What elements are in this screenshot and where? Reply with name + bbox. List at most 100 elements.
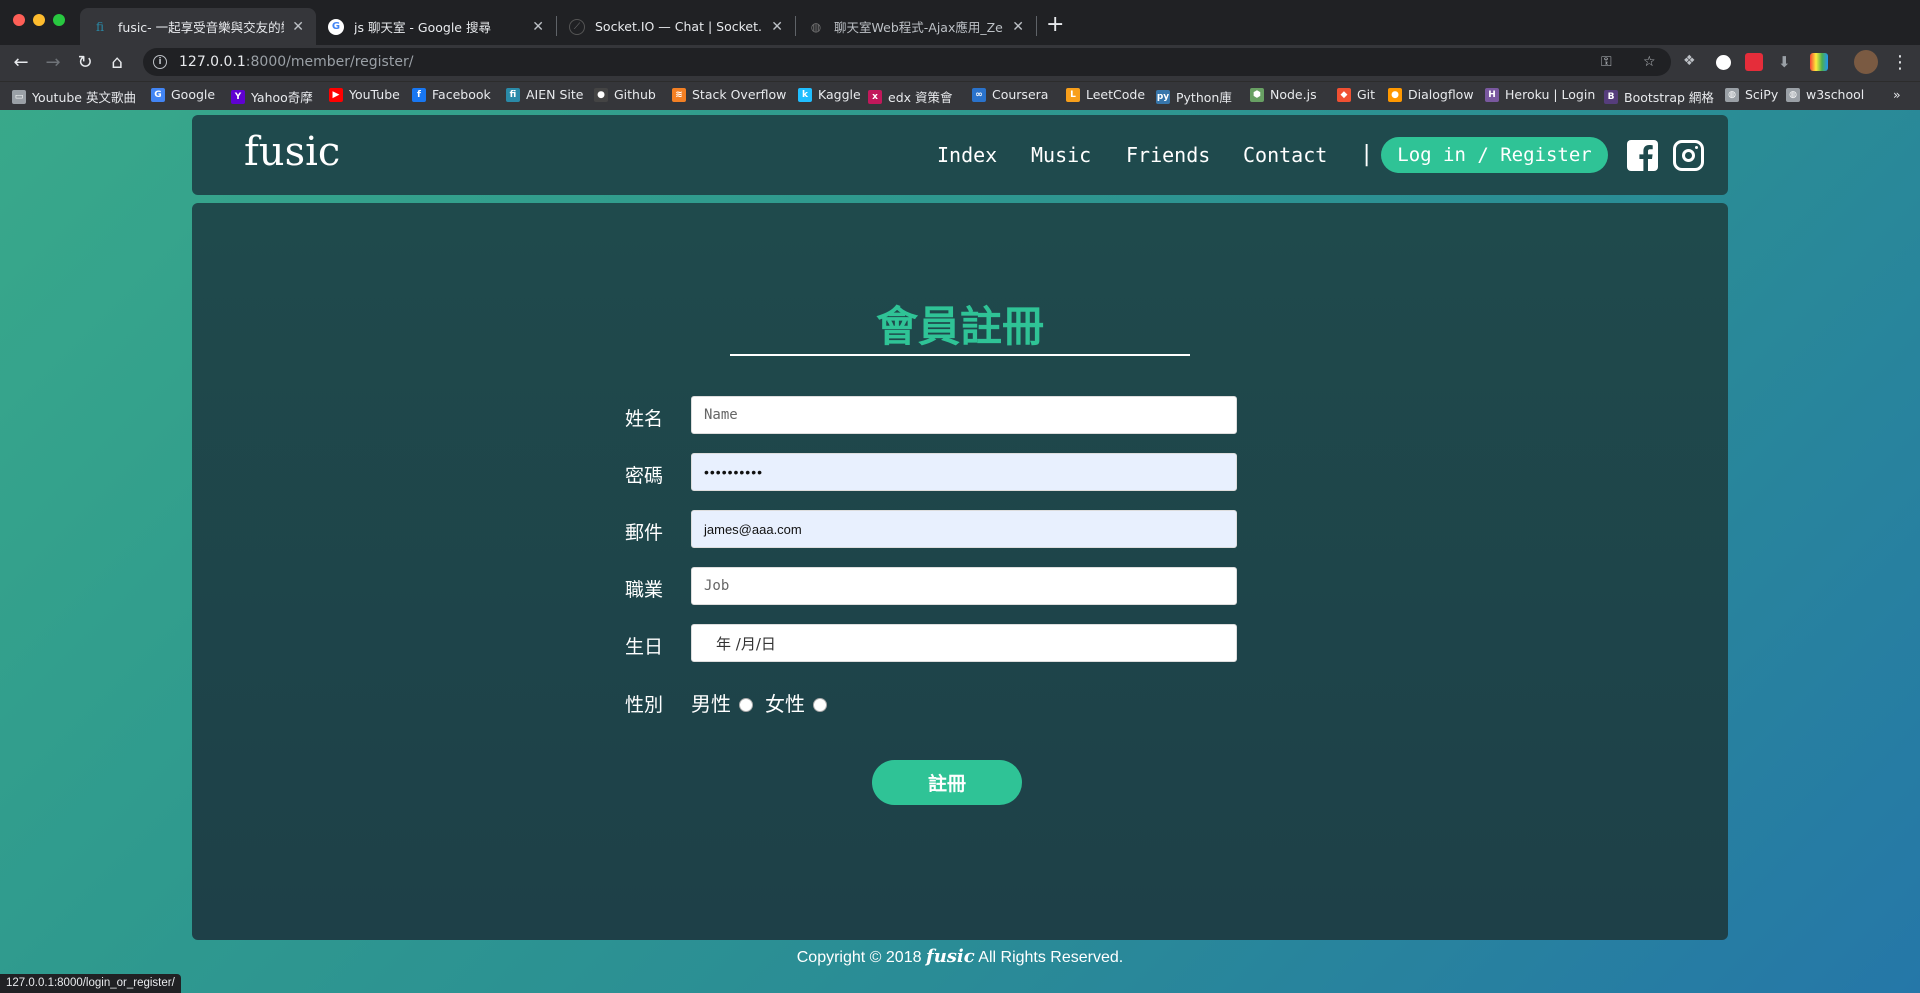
name-input[interactable]: Name xyxy=(691,396,1237,434)
bookmark-label: Python庫 xyxy=(1176,90,1232,105)
reload-button[interactable]: ↻ xyxy=(73,50,97,74)
footer-brand: fusic xyxy=(925,946,975,967)
bookmark-item[interactable]: Y Yahoo奇摩 xyxy=(231,87,313,106)
female-label: 女性 xyxy=(765,692,805,716)
tab-fusic[interactable]: fi fusic- 一起享受音樂與交友的樂趣 ✕ xyxy=(80,8,316,45)
nav-link-music[interactable]: Music xyxy=(1031,143,1091,167)
register-panel: 會員註冊 姓名 Name 密碼 •••••••••• 郵件 james@aaa.… xyxy=(192,203,1728,940)
instagram-icon[interactable] xyxy=(1673,140,1704,171)
dialogflow-icon: ● xyxy=(1388,87,1402,102)
tab-socketio[interactable]: ⟋ Socket.IO — Chat | Socket.IO ✕ xyxy=(557,8,795,45)
birthday-label: 生日 xyxy=(625,636,664,658)
more-bookmarks-button[interactable]: » xyxy=(1893,87,1901,102)
edx-icon: x xyxy=(868,89,882,104)
footer-suffix: All Rights Reserved. xyxy=(974,949,1124,966)
tab-title: Socket.IO — Chat | Socket.IO xyxy=(595,19,764,34)
download-extension-icon[interactable]: ⬇ xyxy=(1778,53,1796,71)
bookmark-item[interactable]: ⬢ Node.js xyxy=(1250,87,1317,102)
site-navbar: fusic Index Music Friends Contact | Log … xyxy=(192,115,1728,195)
youtube-icon: ▶ xyxy=(329,87,343,102)
opera-extension-icon[interactable] xyxy=(1745,53,1763,71)
birthday-date-input[interactable]: 年 /月/日 xyxy=(691,624,1237,662)
home-button[interactable]: ⌂ xyxy=(105,50,129,74)
site-info-icon[interactable]: i xyxy=(153,55,167,69)
bookmark-item[interactable]: B Bootstrap 網格 xyxy=(1604,87,1714,106)
kaggle-icon: k xyxy=(798,87,812,102)
site-logo[interactable]: fusic xyxy=(244,129,340,175)
name-label: 姓名 xyxy=(625,408,664,430)
bookmark-label: Dialogflow xyxy=(1408,87,1474,102)
email-input[interactable]: james@aaa.com xyxy=(691,510,1237,548)
bookmark-item[interactable]: ◍ SciPy xyxy=(1725,87,1778,102)
extension-circle-icon[interactable] xyxy=(1716,55,1731,70)
menu-kebab-icon[interactable]: ⋮ xyxy=(1888,50,1912,74)
bookmark-item[interactable]: ● Dialogflow xyxy=(1388,87,1474,102)
tab-divider xyxy=(1036,16,1037,36)
back-button[interactable]: ← xyxy=(9,50,33,74)
bookmark-item[interactable]: ◍ w3school xyxy=(1786,87,1864,102)
bookmark-label: Youtube 英文歌曲 xyxy=(32,90,136,105)
bookmark-label: Stack Overflow xyxy=(692,87,787,102)
register-submit-button[interactable]: 註冊 xyxy=(872,760,1022,805)
bookmark-item[interactable]: H Heroku | Login xyxy=(1485,87,1595,102)
maximize-window-button[interactable] xyxy=(53,14,65,26)
close-window-button[interactable] xyxy=(13,14,25,26)
globe-favicon-icon: ◍ xyxy=(810,19,822,34)
forward-button[interactable]: → xyxy=(41,50,65,74)
github-icon: ● xyxy=(594,87,608,102)
address-bar[interactable]: i 127.0.0.1:8000/member/register/ ⚿ ☆ xyxy=(143,48,1671,76)
aien-icon: fi xyxy=(506,87,520,102)
facebook-icon: f xyxy=(412,87,426,102)
bookmark-item[interactable]: L LeetCode xyxy=(1066,87,1145,102)
bookmark-item[interactable]: py Python庫 xyxy=(1156,87,1232,106)
close-tab-icon[interactable]: ✕ xyxy=(771,19,783,35)
new-tab-button[interactable]: + xyxy=(1046,12,1064,37)
bookmark-label: Kaggle xyxy=(818,87,861,102)
profile-avatar[interactable] xyxy=(1854,50,1878,74)
tab-title: js 聊天室 - Google 搜尋 xyxy=(354,20,491,35)
bookmark-item[interactable]: x edx 資策會 xyxy=(868,87,953,106)
close-tab-icon[interactable]: ✕ xyxy=(292,19,304,35)
bookmark-label: YouTube xyxy=(349,87,400,102)
job-input[interactable]: Job xyxy=(691,567,1237,605)
close-tab-icon[interactable]: ✕ xyxy=(532,19,544,35)
browser-toolbar: ← → ↻ ⌂ i 127.0.0.1:8000/member/register… xyxy=(0,45,1920,81)
coursera-icon: ∞ xyxy=(972,87,986,102)
title-underline xyxy=(730,354,1190,356)
yahoo-icon: Y xyxy=(231,89,245,104)
bookmark-item[interactable]: ≋ Stack Overflow xyxy=(672,87,786,102)
bookmark-item[interactable]: ▭ Youtube 英文歌曲 xyxy=(12,87,136,106)
dropbox-extension-icon[interactable]: ❖ xyxy=(1683,53,1701,71)
bookmark-label: SciPy xyxy=(1745,87,1779,102)
git-icon: ◆ xyxy=(1337,87,1351,102)
minimize-window-button[interactable] xyxy=(33,14,45,26)
close-tab-icon[interactable]: ✕ xyxy=(1012,19,1024,35)
bookmark-label: Facebook xyxy=(432,87,491,102)
bookmark-label: w3school xyxy=(1806,87,1865,102)
nav-link-contact[interactable]: Contact xyxy=(1243,143,1327,167)
bookmark-item[interactable]: fi AIEN Site xyxy=(506,87,583,102)
key-icon[interactable]: ⚿ xyxy=(1601,54,1612,70)
nav-link-friends[interactable]: Friends xyxy=(1126,143,1210,167)
job-label: 職業 xyxy=(625,579,664,601)
bookmark-label: Google xyxy=(171,87,216,102)
color-extension-icon[interactable] xyxy=(1810,53,1828,71)
tab-google-search[interactable]: G js 聊天室 - Google 搜尋 ✕ xyxy=(316,8,556,45)
female-radio[interactable] xyxy=(813,697,827,712)
male-radio[interactable] xyxy=(739,697,753,712)
tab-chatroom[interactable]: ◍ 聊天室Web程式-Ajax應用_ZenD ✕ xyxy=(796,8,1036,45)
facebook-icon[interactable] xyxy=(1627,140,1658,171)
bookmark-star-icon[interactable]: ☆ xyxy=(1643,54,1656,70)
login-register-button[interactable]: Log in / Register xyxy=(1381,137,1608,173)
bookmark-item[interactable]: ∞ Coursera xyxy=(972,87,1048,102)
bookmark-item[interactable]: ● Github xyxy=(594,87,656,102)
heroku-icon: H xyxy=(1485,87,1499,102)
bookmark-item[interactable]: f Facebook xyxy=(412,87,491,102)
password-input[interactable]: •••••••••• xyxy=(691,453,1237,491)
bookmark-label: Bootstrap 網格 xyxy=(1624,90,1714,105)
bookmark-item[interactable]: G Google xyxy=(151,87,215,102)
bookmark-item[interactable]: ◆ Git xyxy=(1337,87,1375,102)
bookmark-item[interactable]: k Kaggle xyxy=(798,87,861,102)
bookmark-item[interactable]: ▶ YouTube xyxy=(329,87,400,102)
nav-link-index[interactable]: Index xyxy=(937,143,997,167)
